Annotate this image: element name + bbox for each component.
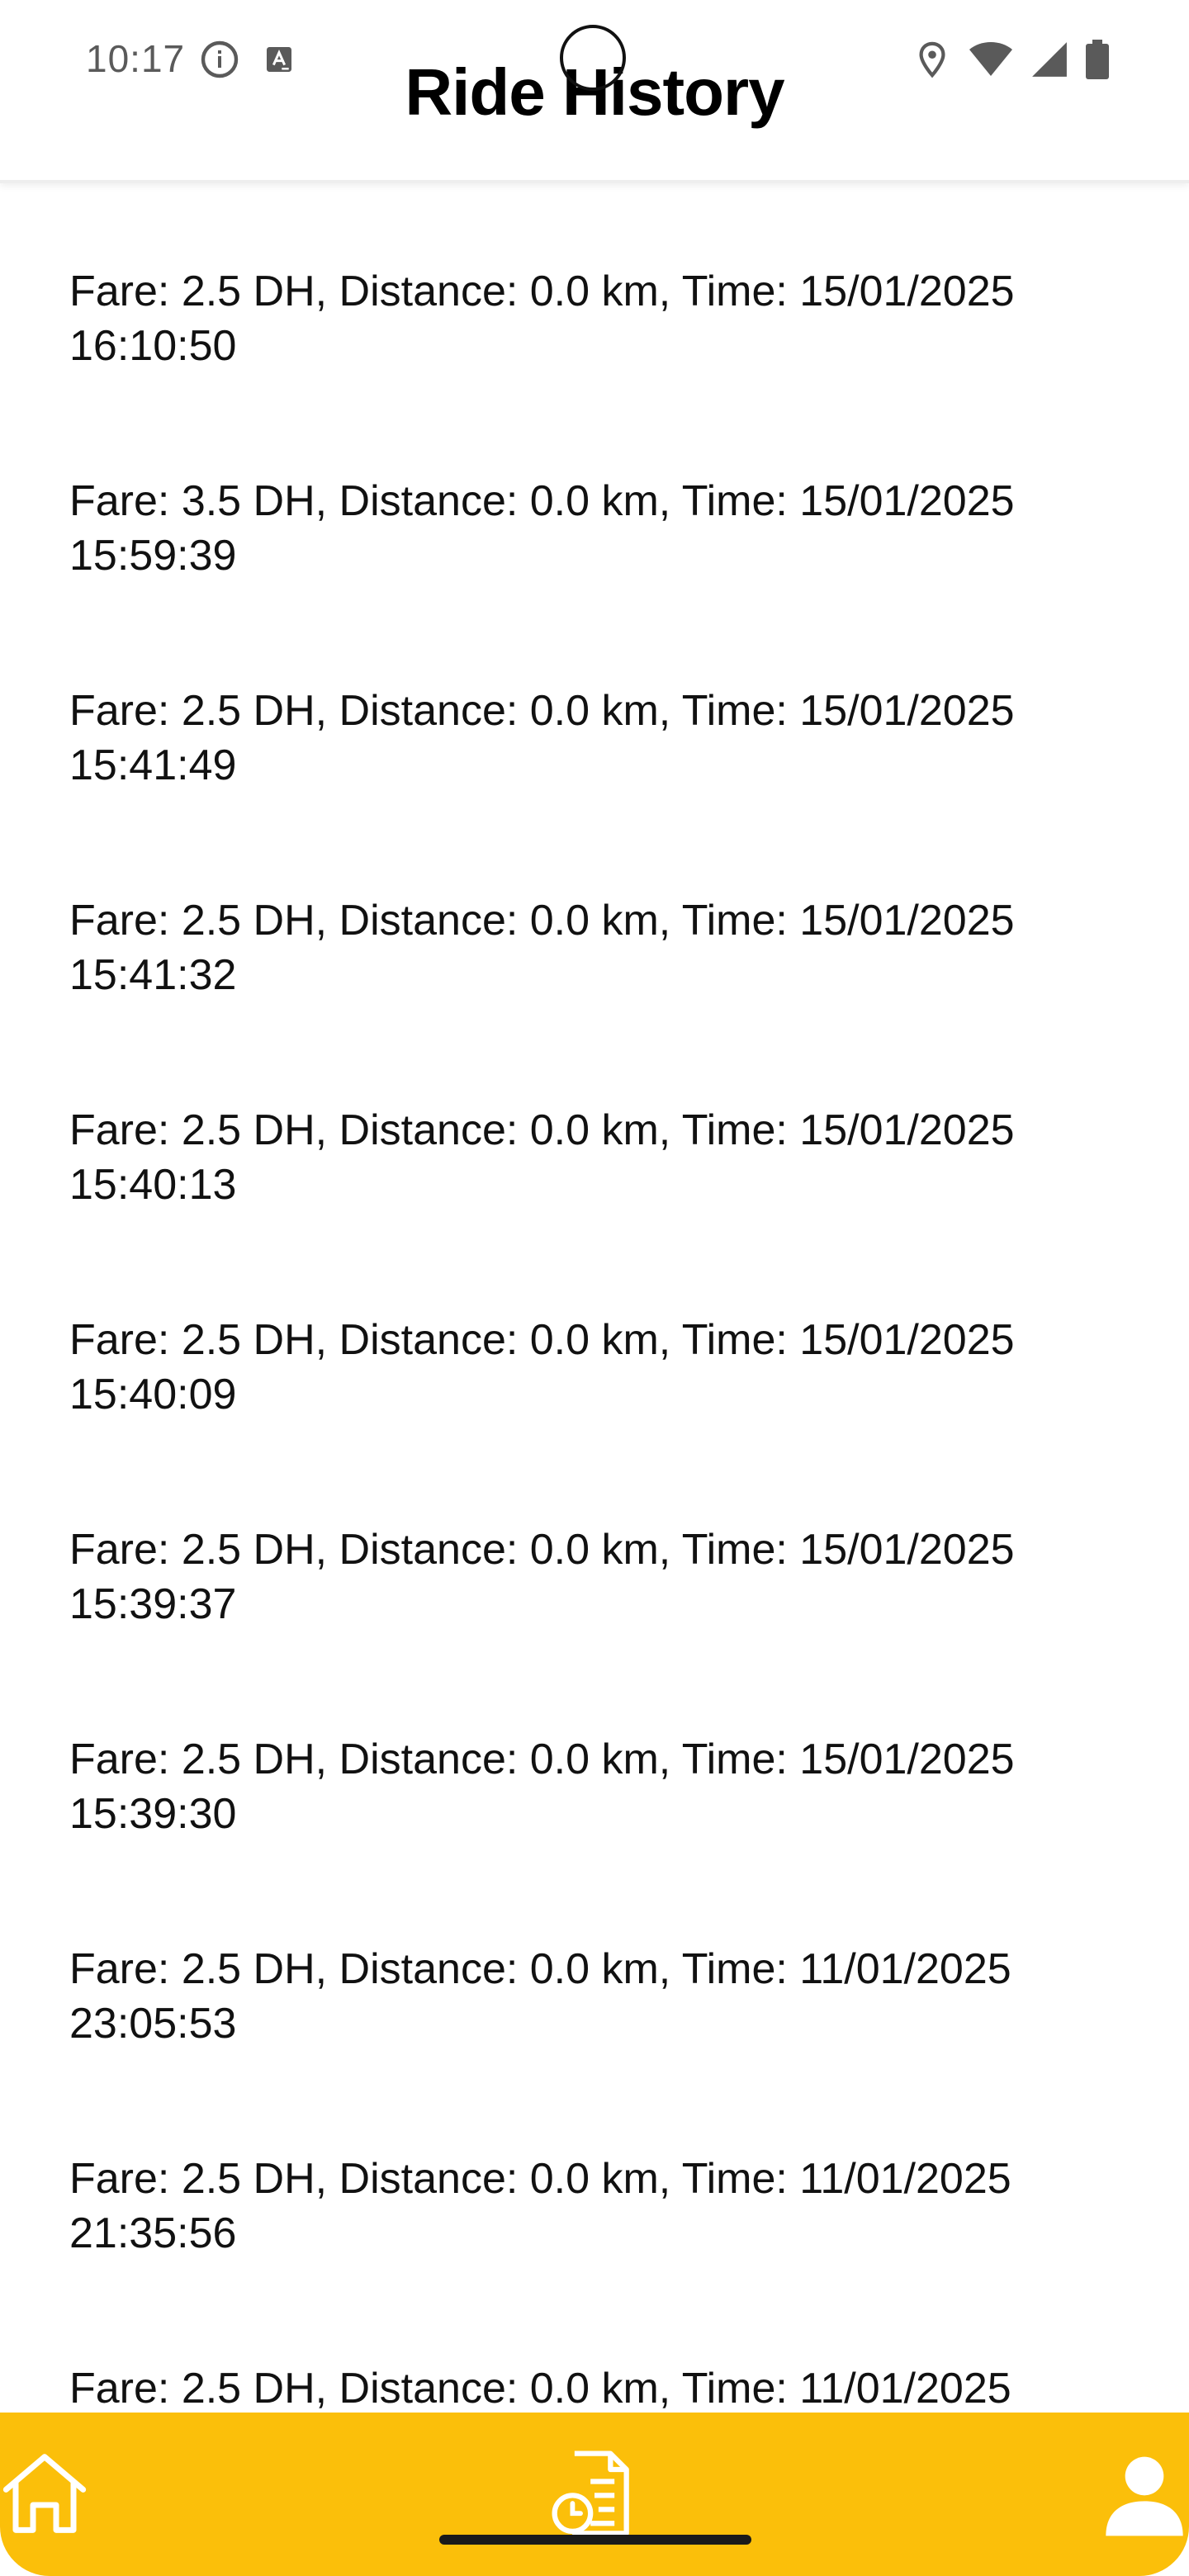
nav-home-button[interactable] <box>0 2446 94 2545</box>
camera-cutout <box>560 25 626 91</box>
ride-time: 15:40:09 <box>69 1371 237 1418</box>
ride-summary: Fare: 2.5 DH, Distance: 0.0 km, Time: 11… <box>69 2155 1011 2203</box>
bottom-navigation <box>0 2413 1189 2576</box>
profile-icon <box>1098 2447 1189 2544</box>
ride-time: 15:39:37 <box>69 1580 237 1628</box>
ride-summary: Fare: 2.5 DH, Distance: 0.0 km, Time: 15… <box>69 1526 1015 1574</box>
ride-history-item: Fare: 2.5 DH, Distance: 0.0 km, Time: 15… <box>69 1732 1126 1841</box>
status-bar: 10:17 <box>0 0 1189 116</box>
ride-history-item: Fare: 2.5 DH, Distance: 0.0 km, Time: 15… <box>69 1313 1126 1422</box>
info-icon <box>200 40 239 83</box>
ride-time: 15:41:49 <box>69 741 237 789</box>
nav-profile-button[interactable] <box>1095 2446 1189 2545</box>
home-icon <box>0 2447 91 2544</box>
status-left-icons <box>200 40 296 83</box>
ride-time: 15:39:30 <box>69 1790 237 1838</box>
ride-time: 15:41:32 <box>69 951 237 999</box>
text-recognition-icon <box>263 43 296 80</box>
ride-time: 21:35:56 <box>69 2209 237 2257</box>
ride-time: 15:40:13 <box>69 1161 237 1209</box>
wifi-icon <box>968 40 1014 83</box>
ride-summary: Fare: 2.5 DH, Distance: 0.0 km, Time: 15… <box>69 268 1015 315</box>
ride-history-item: Fare: 2.5 DH, Distance: 0.0 km, Time: 15… <box>69 1522 1126 1631</box>
ride-history-item: Fare: 2.5 DH, Distance: 0.0 km, Time: 15… <box>69 1103 1126 1212</box>
ride-summary: Fare: 2.5 DH, Distance: 0.0 km, Time: 15… <box>69 1106 1015 1154</box>
ride-summary: Fare: 2.5 DH, Distance: 0.0 km, Time: 15… <box>69 897 1015 945</box>
nav-history-button[interactable] <box>545 2446 644 2545</box>
ride-summary: Fare: 2.5 DH, Distance: 0.0 km, Time: 15… <box>69 687 1015 735</box>
battery-icon <box>1085 40 1110 83</box>
ride-time: 15:59:39 <box>69 532 237 580</box>
ride-time: 23:05:53 <box>69 2000 237 2048</box>
ride-history-screen: Ride History 10:17 Fare: 2.5 DH, Distanc… <box>0 0 1189 2576</box>
ride-time: 16:10:50 <box>69 322 237 370</box>
history-icon <box>547 2446 642 2545</box>
location-icon <box>913 40 951 83</box>
status-right-icons <box>913 40 1110 83</box>
signal-icon <box>1030 40 1068 83</box>
status-time: 10:17 <box>86 37 186 80</box>
gesture-navigation-bar[interactable] <box>439 2535 751 2545</box>
ride-history-item: Fare: 3.5 DH, Distance: 0.0 km, Time: 15… <box>69 474 1126 583</box>
ride-summary: Fare: 2.5 DH, Distance: 0.0 km, Time: 15… <box>69 1735 1015 1783</box>
ride-summary: Fare: 2.5 DH, Distance: 0.0 km, Time: 15… <box>69 1316 1015 1364</box>
ride-history-item: Fare: 2.5 DH, Distance: 0.0 km, Time: 11… <box>69 2361 1126 2413</box>
ride-summary: Fare: 3.5 DH, Distance: 0.0 km, Time: 15… <box>69 477 1015 525</box>
ride-history-item: Fare: 2.5 DH, Distance: 0.0 km, Time: 15… <box>69 893 1126 1002</box>
ride-history-item: Fare: 2.5 DH, Distance: 0.0 km, Time: 15… <box>69 264 1126 373</box>
ride-summary: Fare: 2.5 DH, Distance: 0.0 km, Time: 11… <box>69 1945 1011 1993</box>
ride-history-item: Fare: 2.5 DH, Distance: 0.0 km, Time: 15… <box>69 684 1126 793</box>
ride-history-item: Fare: 2.5 DH, Distance: 0.0 km, Time: 11… <box>69 2152 1126 2261</box>
ride-history-list[interactable]: Fare: 2.5 DH, Distance: 0.0 km, Time: 15… <box>0 183 1189 2413</box>
ride-summary: Fare: 2.5 DH, Distance: 0.0 km, Time: 11… <box>69 2365 1011 2413</box>
ride-history-item: Fare: 2.5 DH, Distance: 0.0 km, Time: 11… <box>69 1942 1126 2051</box>
